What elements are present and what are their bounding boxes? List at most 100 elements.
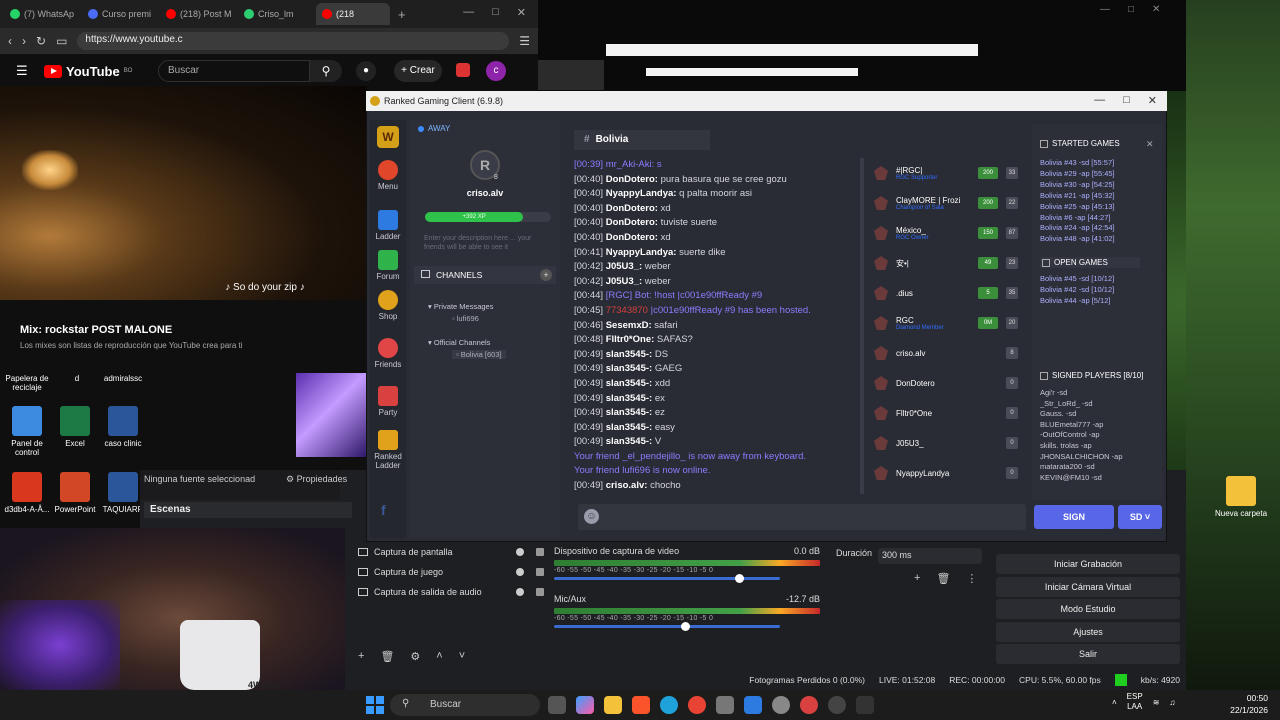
chat-username[interactable]: slan3545-: bbox=[606, 407, 655, 418]
add-channel-button[interactable]: + bbox=[540, 269, 552, 281]
extensions-icon[interactable]: ☰ bbox=[519, 34, 530, 48]
nav-friends[interactable]: Friends bbox=[370, 338, 406, 369]
member-row[interactable]: Flltr0*One 0 bbox=[868, 400, 1024, 426]
signed-player-item[interactable]: _Str_LoRd_ -sd bbox=[1040, 399, 1123, 410]
create-button[interactable]: + Crear bbox=[394, 60, 442, 82]
chat-username[interactable]: slan3545-: bbox=[606, 363, 655, 374]
browser-tab[interactable]: Criso_lm bbox=[238, 3, 312, 25]
signed-player-item[interactable]: skills. trolas -ap bbox=[1040, 441, 1123, 452]
eye-icon[interactable] bbox=[516, 588, 524, 596]
chat-username[interactable]: DonDotero: bbox=[606, 174, 661, 185]
app-icon[interactable] bbox=[744, 696, 762, 714]
signed-player-item[interactable]: -OutOfControl -ap bbox=[1040, 430, 1123, 441]
member-row[interactable]: SesemxD0 bbox=[868, 490, 1024, 496]
mode-dropdown[interactable]: SD ˅ bbox=[1118, 505, 1162, 529]
member-row[interactable]: 安•| 49 23 bbox=[868, 250, 1024, 276]
close-icon[interactable]: ✕ bbox=[1148, 94, 1157, 107]
file-explorer-icon[interactable] bbox=[604, 696, 622, 714]
started-game-item[interactable]: Bolivia #21 -ap [45:32] bbox=[1040, 191, 1115, 202]
nav-ranked-ladder[interactable]: Ranked Ladder bbox=[370, 430, 406, 470]
move-up-icon[interactable]: ˄ bbox=[436, 650, 442, 663]
youtube-search-input[interactable]: Buscar bbox=[158, 60, 310, 82]
nav-menu[interactable]: Menu bbox=[370, 160, 406, 191]
started-game-item[interactable]: Bolivia #24 -ap [42:54] bbox=[1040, 223, 1115, 234]
chat-username[interactable]: slan3545-: bbox=[606, 378, 655, 389]
chat-channel-tab[interactable]: # Bolivia bbox=[574, 130, 710, 150]
brave-icon[interactable] bbox=[632, 696, 650, 714]
chat-username[interactable]: slan3545-: bbox=[606, 422, 655, 433]
chat-username[interactable]: NyappyLandya: bbox=[606, 247, 679, 258]
facebook-icon[interactable]: f bbox=[381, 502, 386, 518]
warcraft-logo-icon[interactable]: W bbox=[377, 126, 399, 148]
browser-tab[interactable]: (7) WhatsAp bbox=[4, 3, 78, 25]
browser-tab[interactable]: Curso premi bbox=[82, 3, 156, 25]
chat-scrollbar[interactable] bbox=[860, 158, 864, 494]
chat-username[interactable]: DonDotero: bbox=[606, 203, 661, 214]
sign-button[interactable]: SIGN bbox=[1034, 505, 1114, 529]
volume-slider[interactable] bbox=[554, 622, 780, 631]
desktop-icon[interactable]: Excel bbox=[48, 406, 102, 448]
bookmark-icon[interactable]: ▭ bbox=[56, 34, 67, 48]
signed-player-item[interactable]: Gauss. -sd bbox=[1040, 409, 1123, 420]
taskbar-clock[interactable]: 00:50 22/1/2026 bbox=[1212, 692, 1268, 716]
chat-username[interactable]: slan3545-: bbox=[606, 436, 655, 447]
lang-indicator[interactable]: ESP LAA bbox=[1127, 692, 1143, 712]
desktop-icon[interactable]: Papelera de reciclaje bbox=[0, 374, 54, 392]
nav-forum[interactable]: Forum bbox=[370, 250, 406, 281]
background-window-controls[interactable]: — □ ✕ bbox=[1100, 4, 1160, 15]
desktop-icon[interactable]: admiralssc bbox=[96, 374, 150, 383]
desktop-icon[interactable]: Panel de control bbox=[0, 406, 54, 457]
microphone-icon[interactable]: ● bbox=[356, 61, 376, 81]
signed-player-item[interactable]: Agi'r -sd bbox=[1040, 388, 1123, 399]
chat-username[interactable]: criso.alv: bbox=[606, 480, 650, 491]
member-row[interactable]: #|RGC| RGC Supporter 200 33 bbox=[868, 160, 1024, 186]
chat-username[interactable]: DonDotero: bbox=[606, 217, 661, 228]
tree-private-messages[interactable]: ▾ Private Messages bbox=[428, 302, 493, 311]
chat-username[interactable]: Flltr0*One: bbox=[606, 334, 657, 345]
member-row[interactable]: NyappyLandya 0 bbox=[868, 460, 1024, 486]
youtube-logo[interactable]: YouTube BO bbox=[44, 64, 132, 79]
nav-party[interactable]: Party bbox=[370, 386, 406, 417]
signed-player-item[interactable]: JHONSALCHICHON -ap bbox=[1040, 452, 1123, 463]
trash-icon[interactable]: 🗑 bbox=[380, 650, 394, 663]
maximize-icon[interactable]: □ bbox=[492, 6, 499, 19]
chat-username[interactable]: NyappyLandya: bbox=[606, 188, 679, 199]
task-view-icon[interactable] bbox=[548, 696, 566, 714]
desktop-icon[interactable]: Nueva carpeta bbox=[1214, 476, 1268, 518]
studio-mode-button[interactable]: Modo Estudio bbox=[996, 599, 1180, 620]
tree-channel-bolivia[interactable]: ▫ Bolivia [603] bbox=[452, 350, 506, 359]
more-icon[interactable]: ⋮ bbox=[966, 572, 977, 585]
nav-shop[interactable]: Shop bbox=[370, 290, 406, 321]
rgc-icon[interactable] bbox=[800, 696, 818, 714]
volume-icon[interactable]: ♫ bbox=[1169, 698, 1175, 707]
chevron-up-icon[interactable]: ˄ bbox=[1112, 698, 1117, 707]
browser-tab-active[interactable]: (218 bbox=[316, 3, 390, 25]
edge-icon[interactable] bbox=[660, 696, 678, 714]
search-button[interactable]: ⚲ bbox=[310, 60, 342, 82]
lock-icon[interactable] bbox=[536, 588, 544, 596]
start-recording-button[interactable]: Iniciar Grabación bbox=[996, 554, 1180, 574]
gear-icon[interactable]: ⚙ bbox=[410, 650, 420, 663]
url-field[interactable]: https://www.youtube.c bbox=[77, 32, 510, 50]
maximize-icon[interactable]: □ bbox=[1123, 94, 1130, 107]
member-row[interactable]: México_ RGC Owner 150 87 bbox=[868, 220, 1024, 246]
emoji-icon[interactable]: ☺ bbox=[584, 509, 599, 524]
close-icon[interactable]: ✕ bbox=[517, 6, 526, 19]
settings-button[interactable]: Ajustes bbox=[996, 621, 1180, 642]
camera-icon[interactable] bbox=[716, 696, 734, 714]
started-game-item[interactable]: Bolivia #6 -ap [44:27] bbox=[1040, 213, 1115, 224]
tree-pm-user[interactable]: ▫ lufi696 bbox=[452, 314, 479, 323]
description-input[interactable]: Enter your description here ... your fri… bbox=[424, 234, 554, 252]
desktop-icon[interactable]: PowerPoint bbox=[48, 472, 102, 514]
settings-icon[interactable] bbox=[772, 696, 790, 714]
chat-username[interactable]: slan3545-: bbox=[606, 393, 655, 404]
open-game-item[interactable]: Bolivia #44 -ap [5/12] bbox=[1040, 296, 1114, 307]
volume-slider[interactable] bbox=[554, 574, 780, 583]
copilot-icon[interactable] bbox=[576, 696, 594, 714]
started-game-item[interactable]: Bolivia #30 -ap [54:25] bbox=[1040, 180, 1115, 191]
started-game-item[interactable]: Bolivia #25 -ap [45:13] bbox=[1040, 202, 1115, 213]
open-game-item[interactable]: Bolivia #45 -sd [10/12] bbox=[1040, 274, 1114, 285]
reload-icon[interactable]: ↻ bbox=[36, 34, 46, 48]
trash-icon[interactable]: 🗑 bbox=[936, 572, 950, 585]
add-icon[interactable]: + bbox=[914, 572, 920, 585]
